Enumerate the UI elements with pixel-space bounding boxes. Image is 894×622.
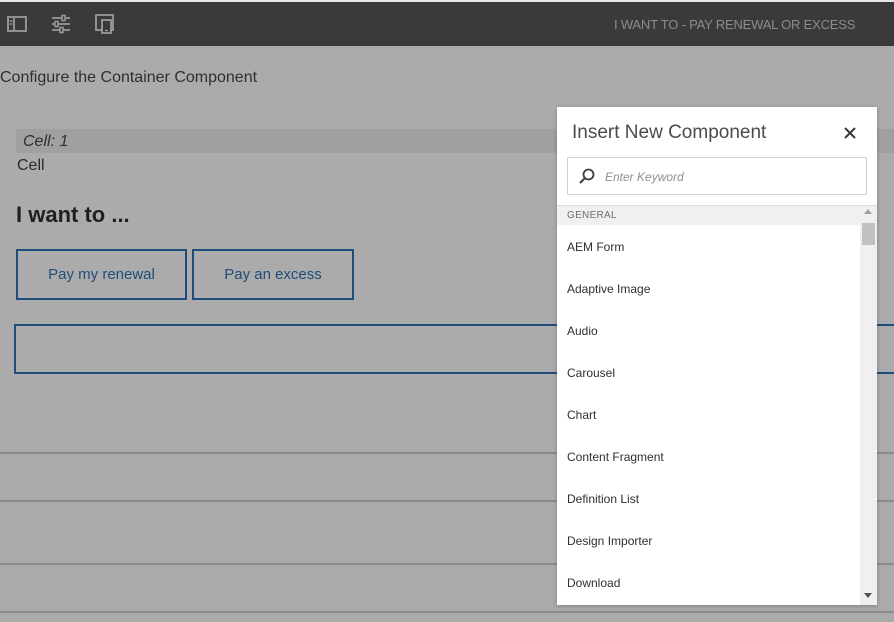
list-item[interactable]: Chart [557,393,860,435]
emulator-icon[interactable] [93,12,117,36]
scroll-up-arrow-icon[interactable] [864,209,872,214]
dialog-title: Insert New Component [572,122,767,143]
scrollbar-thumb[interactable] [862,223,875,245]
close-icon[interactable] [840,123,860,143]
properties-icon[interactable] [49,12,73,36]
list-item[interactable]: Audio [557,309,860,351]
scroll-down-arrow-icon[interactable] [864,593,872,598]
side-panel-icon[interactable] [5,12,29,36]
list-item[interactable]: Carousel [557,351,860,393]
scrollbar[interactable] [860,206,877,605]
pay-renewal-button[interactable]: Pay my renewal [16,249,187,300]
editor-toolbar: I WANT TO - PAY RENEWAL OR EXCESS [0,0,894,46]
page-heading: I want to ... [16,202,130,227]
cell-text: Cell [17,157,45,174]
pay-excess-button[interactable]: Pay an excess [192,249,354,300]
group-header-label: GENERAL [567,210,617,221]
search-icon [578,167,596,185]
cell-label: Cell: 1 [23,133,69,150]
component-list: AEM Form Adaptive Image Audio Carousel C… [557,225,860,605]
configure-container-label[interactable]: Configure the Container Component [0,69,257,87]
list-item[interactable]: Definition List [557,477,860,519]
page-title: I WANT TO - PAY RENEWAL OR EXCESS [614,17,856,32]
divider [0,611,894,613]
search-field[interactable] [567,157,867,195]
search-input[interactable] [605,167,855,187]
list-item[interactable]: Adaptive Image [557,267,860,309]
insert-component-dialog: Insert New Component GENERAL AEM Form Ad… [557,107,877,605]
group-header: GENERAL [557,206,860,225]
list-item[interactable]: AEM Form [557,225,860,267]
list-item[interactable]: Content Fragment [557,435,860,477]
list-item[interactable]: Design Importer [557,519,860,561]
pay-excess-label: Pay an excess [224,266,322,283]
list-item[interactable]: Download [557,561,860,603]
pay-renewal-label: Pay my renewal [48,266,155,283]
